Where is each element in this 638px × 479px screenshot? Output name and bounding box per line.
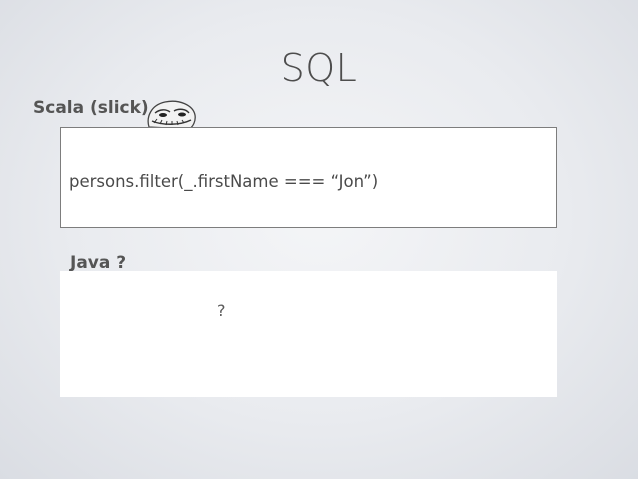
- slide-title: SQL: [280, 46, 358, 90]
- java-code-box: ?: [60, 271, 557, 397]
- troll-face-icon: [147, 100, 196, 129]
- scala-label: Scala (slick): [33, 98, 149, 118]
- java-code-placeholder: ?: [217, 301, 226, 320]
- scala-code-text: persons.filter(_.firstName === “Jon”): [69, 172, 379, 191]
- java-label: Java ?: [70, 253, 127, 273]
- scala-code-box: persons.filter(_.firstName === “Jon”): [60, 127, 557, 228]
